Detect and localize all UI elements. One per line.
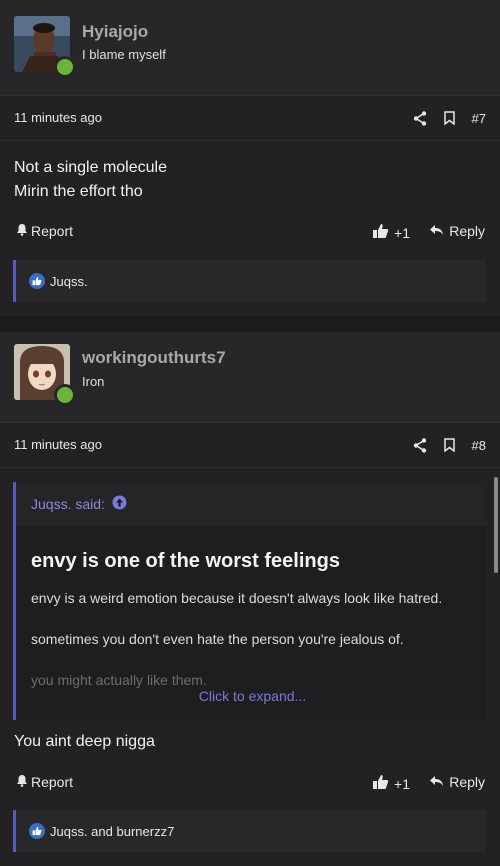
- message-line: Not a single molecule: [14, 159, 167, 176]
- share-icon[interactable]: [410, 108, 430, 128]
- bell-icon: [16, 223, 28, 239]
- post-header: Hyiajojo I blame myself: [0, 0, 500, 95]
- quote-title: envy is one of the worst feelings: [31, 550, 340, 572]
- scrollbar-thumb[interactable]: [494, 477, 498, 573]
- username[interactable]: Hyiajojo: [82, 22, 148, 42]
- post-meta-bar: 11 minutes ago #7: [0, 95, 500, 141]
- post-actions: Report +1 Reply: [0, 768, 500, 798]
- arrow-up-circle-icon[interactable]: [112, 495, 127, 513]
- user-title: I blame myself: [82, 47, 166, 62]
- post-meta-bar: 11 minutes ago #8: [0, 422, 500, 468]
- post-header: workingouthurts7 Iron: [0, 332, 500, 422]
- reply-button[interactable]: Reply: [429, 774, 485, 790]
- thumbs-up-icon: [372, 774, 389, 793]
- post: Hyiajojo I blame myself 11 minutes ago #…: [0, 0, 500, 316]
- report-label: Report: [31, 223, 74, 239]
- avatar[interactable]: [14, 16, 76, 78]
- reactions-users[interactable]: Juqss. and burnerzz7: [50, 824, 174, 839]
- share-icon[interactable]: [410, 435, 430, 455]
- quote-line: sometimes you don't even hate the person…: [31, 631, 404, 647]
- user-title: Iron: [82, 374, 105, 389]
- avatar[interactable]: [14, 344, 76, 406]
- message-line: Mirin the effort tho: [14, 183, 143, 200]
- like-reaction-icon: [29, 273, 45, 289]
- bookmark-icon[interactable]: [440, 108, 460, 128]
- report-button[interactable]: Report: [16, 223, 73, 239]
- online-status-indicator: [54, 56, 76, 78]
- like-button[interactable]: +1: [372, 223, 410, 242]
- post-timestamp[interactable]: 11 minutes ago: [14, 110, 102, 125]
- online-status-indicator: [54, 384, 76, 406]
- post-actions: Report +1 Reply: [0, 217, 500, 247]
- message-line: You aint deep nigga: [14, 733, 155, 750]
- like-reaction-icon: [29, 823, 45, 839]
- reactions-users[interactable]: Juqss.: [50, 274, 88, 289]
- reply-button[interactable]: Reply: [429, 223, 485, 239]
- quote-author[interactable]: Juqss. said:: [31, 496, 105, 512]
- quote-header[interactable]: Juqss. said:: [16, 482, 486, 526]
- like-count: +1: [394, 224, 410, 241]
- reactions-bar: Juqss. and burnerzz7: [13, 810, 486, 852]
- click-to-expand-link[interactable]: Click to expand...: [16, 688, 486, 704]
- bell-icon: [16, 774, 28, 790]
- post-number-link[interactable]: #8: [472, 438, 486, 453]
- reply-arrow-icon: [429, 774, 444, 790]
- post-timestamp[interactable]: 11 minutes ago: [14, 437, 102, 452]
- quote-line: you might actually like them.: [31, 672, 207, 688]
- quote-block: Juqss. said: envy is one of the worst fe…: [13, 482, 486, 720]
- bookmark-icon[interactable]: [440, 435, 460, 455]
- reactions-bar: Juqss.: [13, 260, 486, 302]
- post: workingouthurts7 Iron 11 minutes ago #8 …: [0, 332, 500, 866]
- reply-arrow-icon: [429, 223, 444, 239]
- reply-label: Reply: [449, 223, 485, 239]
- post-number-link[interactable]: #7: [472, 111, 486, 126]
- post-message: Not a single molecule Mirin the effort t…: [14, 156, 167, 204]
- quote-line: envy is a weird emotion because it doesn…: [31, 590, 443, 606]
- post-message: You aint deep nigga: [14, 730, 155, 754]
- like-count: +1: [394, 775, 410, 792]
- username[interactable]: workingouthurts7: [82, 348, 226, 368]
- thumbs-up-icon: [372, 223, 389, 242]
- like-button[interactable]: +1: [372, 774, 410, 793]
- reply-label: Reply: [449, 774, 485, 790]
- post-separator: [0, 316, 500, 332]
- report-button[interactable]: Report: [16, 774, 73, 790]
- report-label: Report: [31, 774, 74, 790]
